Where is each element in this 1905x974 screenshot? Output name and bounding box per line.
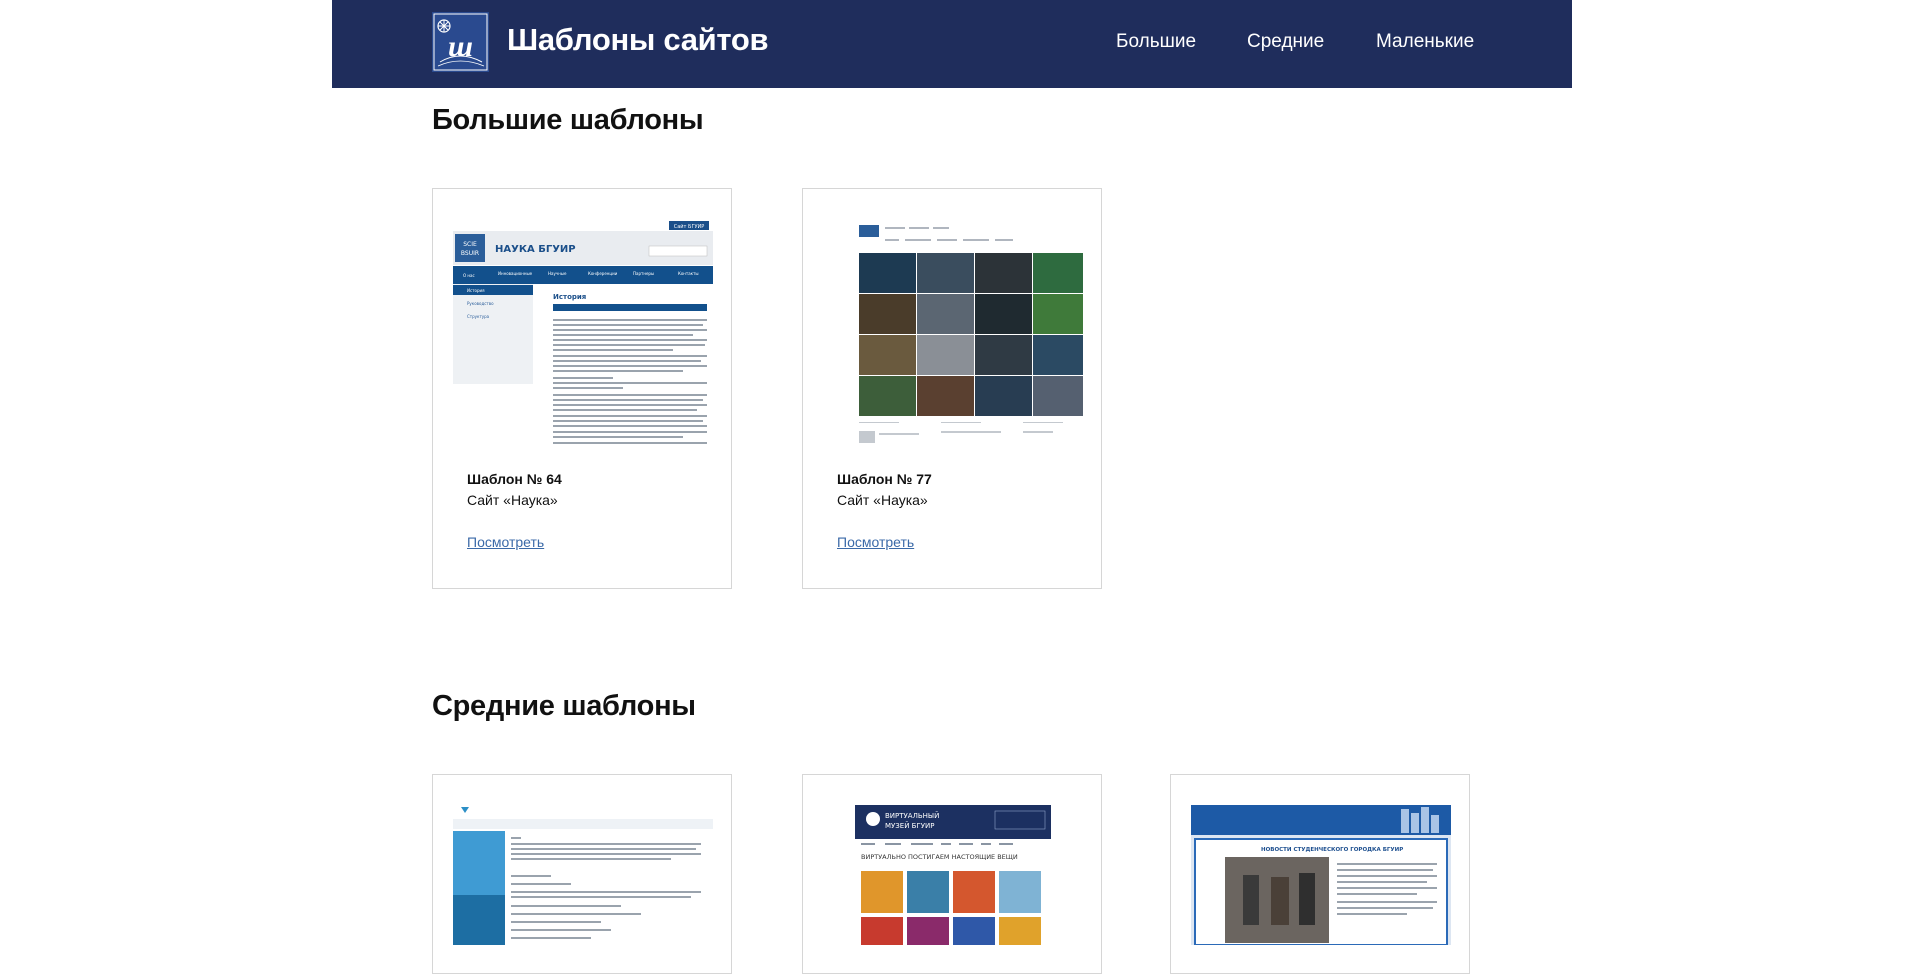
- svg-text:ш: ш: [448, 30, 473, 63]
- template-preview-image[interactable]: [453, 805, 713, 945]
- svg-text:Руководство: Руководство: [467, 301, 494, 306]
- svg-text:ВИРТУАЛЬНО ПОСТИГАЕМ НАСТОЯЩИЕ: ВИРТУАЛЬНО ПОСТИГАЕМ НАСТОЯЩИЕ ВЕЩИ: [861, 853, 1018, 861]
- nav-medium[interactable]: Средние: [1247, 31, 1324, 53]
- site-title[interactable]: Шаблоны сайтов: [507, 22, 769, 58]
- template-card[interactable]: НОВОСТИ СТУДЕНЧЕСКОГО ГОРОДКА БГУИР: [1170, 774, 1470, 974]
- template-preview-image[interactable]: НОВОСТИ СТУДЕНЧЕСКОГО ГОРОДКА БГУИР: [1191, 805, 1451, 945]
- template-card[interactable]: Шаблон № 77 Сайт «Наука» Посмотреть: [802, 188, 1102, 589]
- template-subtitle: Сайт «Наука»: [467, 492, 558, 508]
- site-logo[interactable]: ш: [432, 12, 489, 72]
- view-template-link[interactable]: Посмотреть: [467, 534, 544, 550]
- svg-text:Инновационные: Инновационные: [498, 271, 533, 276]
- site-header: ш Шаблоны сайтов Большие Средние Маленьк…: [332, 0, 1572, 88]
- svg-text:ВИРТУАЛЬНЫЙ: ВИРТУАЛЬНЫЙ: [885, 811, 939, 820]
- section-title-large: Большие шаблоны: [432, 104, 704, 136]
- template-card[interactable]: ВИРТУАЛЬНЫЙ МУЗЕЙ БГУИР ВИРТУАЛЬНО ПОСТИ…: [802, 774, 1102, 974]
- template-preview-image[interactable]: [823, 219, 1083, 451]
- svg-text:Контакты: Контакты: [678, 271, 699, 276]
- svg-text:Научные: Научные: [548, 271, 567, 276]
- svg-text:О нас: О нас: [463, 273, 475, 278]
- svg-text:История: История: [467, 288, 485, 293]
- nav-small[interactable]: Маленькие: [1376, 31, 1474, 53]
- preview-heading: История: [553, 293, 586, 301]
- template-title: Шаблон № 77: [837, 471, 932, 487]
- view-template-link[interactable]: Посмотреть: [837, 534, 914, 550]
- template-card[interactable]: [432, 774, 732, 974]
- preview-logo-text: НАУКА БГУИР: [495, 244, 576, 255]
- svg-text:МУЗЕЙ БГУИР: МУЗЕЙ БГУИР: [885, 821, 934, 830]
- svg-text:НОВОСТИ СТУДЕНЧЕСКОГО ГОРОДКА: НОВОСТИ СТУДЕНЧЕСКОГО ГОРОДКА БГУИР: [1261, 847, 1403, 853]
- svg-text:Конференции: Конференции: [588, 271, 618, 276]
- preview-badge: Сайт БГУИР: [674, 223, 705, 230]
- nav-large[interactable]: Большие: [1116, 31, 1196, 53]
- section-title-medium: Средние шаблоны: [432, 690, 696, 722]
- template-title: Шаблон № 64: [467, 471, 562, 487]
- svg-text:BSUIR: BSUIR: [461, 250, 479, 257]
- template-preview-image[interactable]: ВИРТУАЛЬНЫЙ МУЗЕЙ БГУИР ВИРТУАЛЬНО ПОСТИ…: [855, 805, 1051, 945]
- svg-text:SCIE: SCIE: [463, 241, 477, 248]
- svg-text:Партнеры: Партнеры: [633, 271, 654, 276]
- template-card[interactable]: Сайт БГУИР SCIE BSUIR НАУКА БГУИР О нас …: [432, 188, 732, 589]
- template-subtitle: Сайт «Наука»: [837, 492, 928, 508]
- svg-text:Структура: Структура: [467, 314, 490, 319]
- template-preview-image[interactable]: Сайт БГУИР SCIE BSUIR НАУКА БГУИР О нас …: [453, 219, 713, 451]
